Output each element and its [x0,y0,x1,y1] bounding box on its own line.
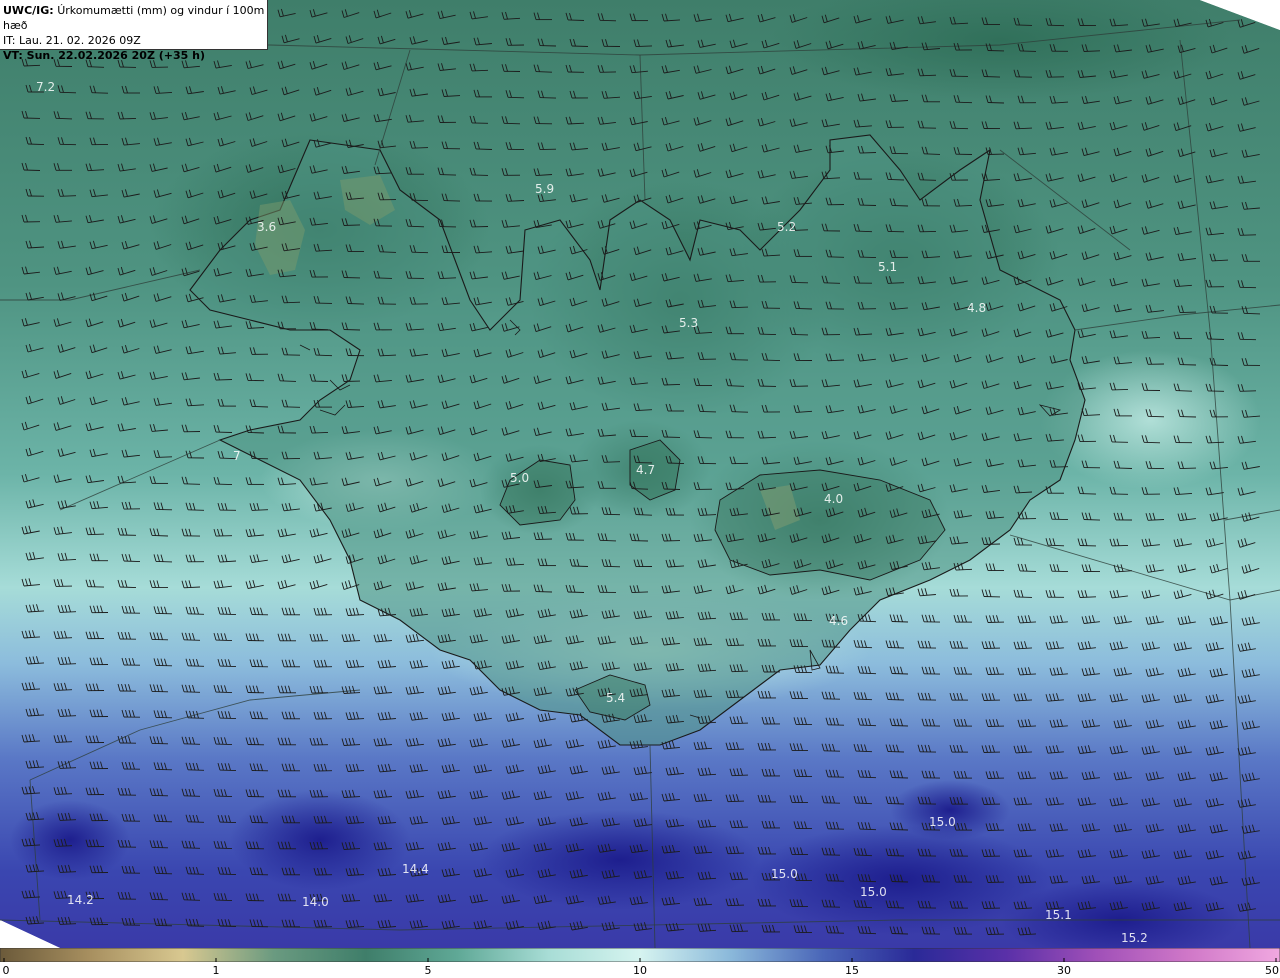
value-label: 15.0 [771,867,798,881]
value-label: 5.1 [878,260,897,274]
colorbar: 0 1 5 10 15 30 50 [0,948,1280,978]
colorbar-strip [0,948,1280,962]
value-label: 5.0 [510,471,529,485]
value-label: 4.7 [636,463,655,477]
value-label: 15.1 [1045,908,1072,922]
colorbar-tick-label: 50 [1265,964,1279,977]
value-label: 5.9 [535,182,554,196]
weather-map: 7.2 5.9 3.6 5.2 5.1 4.8 5.3 7 5.0 4.7 4.… [0,0,1280,948]
value-label: 5.3 [679,316,698,330]
colorbar-tick-label: 10 [633,964,647,977]
value-label: 5.4 [606,691,625,705]
value-label: 5.2 [777,220,796,234]
map-title-box: UWC/IG: Úrkomumætti (mm) og vindur í 100… [0,0,268,62]
init-time: IT: Lau. 21. 02. 2026 09Z [3,34,141,47]
value-label: 3.6 [257,220,276,234]
value-label: 7 [233,449,241,463]
value-label: 14.0 [302,895,329,909]
colorbar-tick-label: 0 [2,964,10,977]
value-label: 15.0 [860,885,887,899]
product-line: UWC/IG: Úrkomumætti (mm) og vindur í 100… [3,3,267,33]
colorbar-tick-label: 30 [1057,964,1071,977]
colorbar-tick-label: 15 [845,964,859,977]
value-label: 7.2 [36,80,55,94]
colorbar-tick-label: 5 [424,964,432,977]
value-label: 4.8 [967,301,986,315]
value-label: 14.4 [402,862,429,876]
value-label: 15.2 [1121,931,1148,945]
colorbar-tick-label: 1 [212,964,220,977]
value-label: 4.0 [824,492,843,506]
value-label: 15.0 [929,815,956,829]
value-label: 4.6 [829,614,848,628]
valid-time: VT: Sun. 22.02.2026 20Z (+35 h) [3,49,206,62]
value-label: 14.2 [67,893,94,907]
map-canvas: 7.2 5.9 3.6 5.2 5.1 4.8 5.3 7 5.0 4.7 4.… [0,0,1280,948]
product-code: UWC/IG: [3,4,54,17]
